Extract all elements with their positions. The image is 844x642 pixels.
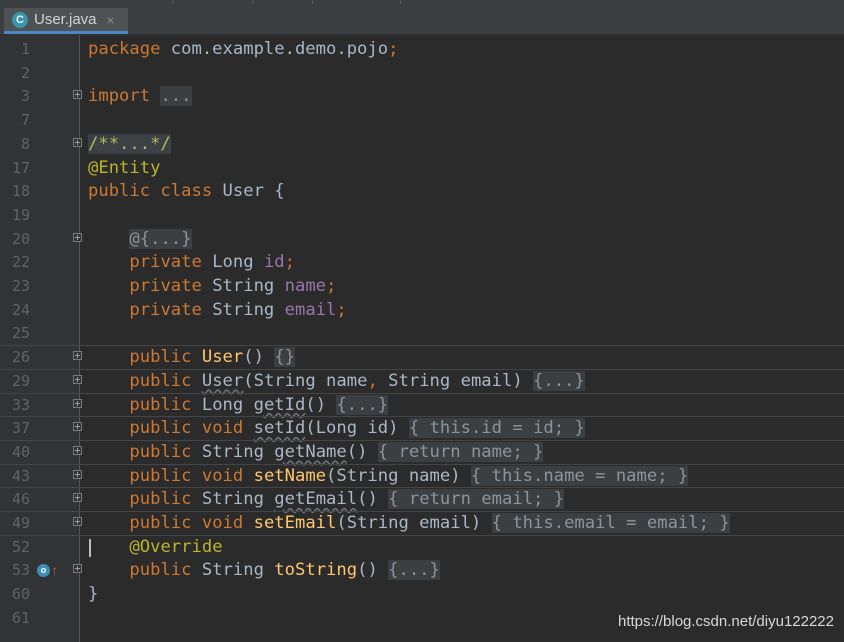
code-line[interactable]: 60}: [0, 582, 844, 606]
code-text: public void setEmail(String email) { thi…: [129, 513, 730, 533]
code-line[interactable]: 18 public class User {: [0, 179, 844, 203]
line-number: 60: [11, 585, 30, 604]
line-number: 49: [11, 514, 30, 532]
line-number: 29: [11, 371, 30, 390]
tab-label: User.java: [34, 11, 97, 28]
code-text: public String toString() {...}: [129, 560, 440, 581]
fold-expand-icon[interactable]: [73, 493, 82, 503]
code-line[interactable]: 24 private String email;: [0, 298, 844, 322]
code-text: /**...*/: [88, 133, 171, 154]
override-icon: o: [37, 563, 50, 577]
fold-expand-icon[interactable]: [73, 374, 82, 384]
code-line[interactable]: 26 public User() {}: [0, 345, 844, 369]
code-line[interactable]: 3 import ...: [0, 84, 844, 108]
override-method-icon[interactable]: o ↑: [37, 562, 58, 578]
code-text: public String getEmail() { return email;…: [129, 489, 565, 510]
line-number: 19: [11, 205, 30, 224]
fold-expand-icon[interactable]: [73, 517, 82, 526]
code-text: public class User {: [88, 181, 285, 202]
line-number: 52: [11, 537, 30, 556]
tab-bar-divider: [124, 0, 173, 4]
code-text: @Override: [129, 536, 223, 557]
code-line[interactable]: 19: [0, 203, 844, 227]
fold-expand-icon[interactable]: [73, 564, 82, 574]
up-arrow-icon: ↑: [51, 562, 58, 579]
line-number: 61: [11, 608, 30, 627]
code-line[interactable]: 49 public void setEmail(String email) { …: [0, 511, 844, 535]
code-line[interactable]: 37 public void setId(Long id) { this.id …: [0, 416, 844, 440]
fold-expand-icon[interactable]: [73, 232, 82, 242]
code-line[interactable]: 53 o ↑ public String toString() {...}: [0, 558, 844, 582]
code-text: public User() {}: [129, 347, 296, 368]
line-number: 53: [11, 561, 30, 580]
code-text: import ...: [88, 86, 192, 107]
code-text: }: [88, 584, 99, 605]
code-text: public void setId(Long id) { this.id = i…: [129, 418, 585, 439]
fold-expand-icon[interactable]: [73, 422, 82, 432]
line-number: 8: [20, 134, 30, 153]
code-line[interactable]: 17 @Entity: [0, 156, 844, 180]
watermark: https://blog.csdn.net/diyu122222: [618, 613, 834, 630]
fold-expand-icon[interactable]: [73, 445, 82, 455]
line-number: 26: [11, 348, 30, 367]
line-number: 40: [11, 442, 30, 461]
code-line[interactable]: 1 package com.example.demo.pojo;: [0, 37, 844, 61]
code-text: public String getName() { return name; }: [129, 441, 544, 462]
code-line[interactable]: 7: [0, 108, 844, 132]
line-number: 17: [11, 158, 30, 177]
line-number: 22: [11, 253, 30, 272]
code-text: private Long id;: [129, 252, 295, 273]
tab-bar-divider: [312, 0, 401, 4]
code-line[interactable]: 23 private String name;: [0, 274, 844, 298]
code-text: public Long getId() {...}: [129, 394, 389, 415]
code-text: public User(String name, String email) {…: [129, 370, 585, 391]
tab-bar-divider: [252, 0, 313, 4]
code-text: private String email;: [129, 299, 347, 320]
line-number: 37: [11, 419, 30, 438]
line-number: 7: [20, 111, 30, 130]
code-line[interactable]: 29 public User(String name, String email…: [0, 368, 844, 393]
line-number: 18: [11, 182, 30, 201]
code-line[interactable]: 20 @{...}: [0, 227, 844, 251]
code-line[interactable]: 25: [0, 321, 844, 345]
tab-bar-divider: [172, 0, 253, 4]
code-line[interactable]: 2: [0, 61, 844, 85]
line-number: 24: [11, 300, 30, 319]
code-line[interactable]: 46 public String getEmail() { return ema…: [0, 487, 844, 511]
fold-expand-icon[interactable]: [73, 398, 82, 408]
close-tab-icon[interactable]: ×: [107, 12, 115, 28]
line-number: 33: [11, 395, 30, 414]
fold-expand-icon[interactable]: [73, 137, 82, 147]
code-text: public void setName(String name) { this.…: [129, 465, 689, 486]
line-number: 25: [11, 324, 30, 343]
code-line[interactable]: 52 @Override: [0, 534, 844, 559]
line-number: 2: [20, 63, 30, 82]
fold-expand-icon[interactable]: [73, 469, 82, 479]
line-number: 3: [20, 87, 30, 106]
java-class-icon: C: [12, 11, 28, 28]
code-line[interactable]: 33 public Long getId() {...}: [0, 392, 844, 417]
code-line[interactable]: 22 private Long id;: [0, 250, 844, 274]
code-text: private String name;: [129, 276, 337, 296]
tab-user-java[interactable]: C User.java ×: [4, 8, 128, 34]
line-number: 23: [11, 277, 30, 295]
code-text: @{...}: [129, 228, 192, 249]
code-text: @Entity: [88, 157, 161, 178]
fold-expand-icon[interactable]: [73, 90, 82, 100]
line-number: 43: [11, 466, 30, 485]
code-line[interactable]: 43 public void setName(String name) { th…: [0, 463, 844, 488]
code-text: package com.example.demo.pojo;: [88, 39, 399, 59]
code-line[interactable]: 40 public String getName() { return name…: [0, 439, 844, 464]
line-number: 20: [11, 229, 30, 248]
line-number: 1: [20, 40, 30, 58]
fold-expand-icon[interactable]: [73, 351, 82, 361]
editor-tab-bar: C User.java ×: [0, 0, 844, 35]
code-line[interactable]: 8 /**...*/: [0, 132, 844, 156]
line-number: 46: [11, 490, 30, 509]
